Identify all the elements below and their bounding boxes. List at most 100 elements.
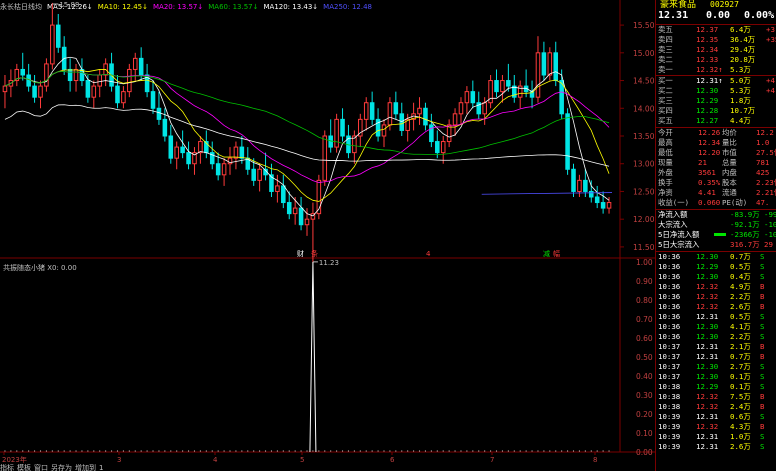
tick-row: 10:38 12.32 7.5万 B	[658, 392, 765, 401]
low-label: 11.23	[319, 259, 339, 267]
sub-y-tick-label: 1.00	[636, 258, 653, 267]
sub-baseline-dot	[39, 450, 42, 452]
sub-baseline-dot	[472, 450, 474, 452]
x-tick-label: 5	[300, 456, 304, 464]
order-book-row: 卖四12.3536.4万+35	[658, 35, 776, 44]
sub-baseline-dot	[572, 450, 575, 452]
candle-body	[221, 163, 227, 176]
sub-baseline-dot	[128, 450, 130, 452]
sub-baseline-dot	[383, 450, 385, 452]
bottom-tab-2[interactable]: 窗口	[34, 463, 48, 471]
candle-body	[32, 85, 37, 98]
candle-body	[85, 80, 91, 98]
sub-baseline-dot	[324, 450, 326, 452]
candle-body	[381, 124, 387, 137]
kline-chart[interactable]: 15.50 15.00 14.50 14.00 13.50 13.00 12.50 12.00…	[0, 0, 655, 471]
candle-body	[328, 135, 333, 148]
sub-baseline-dot	[193, 450, 196, 452]
sub-baseline-dot	[211, 450, 213, 452]
candle-body	[423, 107, 428, 126]
sub-baseline-dot	[442, 450, 444, 452]
candle-body	[121, 91, 126, 104]
tick-row: 10:39 12.31 0.6万 S	[658, 412, 765, 421]
sub-baseline-dot	[436, 450, 438, 452]
sub-y-tick-label: 0.90	[636, 277, 653, 286]
sub-baseline-dot	[134, 450, 136, 452]
sub-baseline-dot	[602, 450, 604, 452]
last-price: 12.31	[658, 10, 689, 21]
candle-body	[452, 113, 458, 126]
sub-baseline-dot	[253, 450, 255, 452]
tick-row: 10:36 12.29 0.5万 S	[658, 262, 765, 271]
order-book-row: 买五 12.27 4.4万	[658, 116, 751, 125]
tick-row: 10:38 12.29 0.1万 S	[658, 382, 765, 391]
candle-body	[281, 185, 286, 204]
x-tick-label: 2023年	[2, 455, 27, 464]
candle-body	[115, 85, 120, 104]
sub-baseline-dot	[353, 450, 355, 452]
ma5-line	[4, 56, 610, 217]
sub-baseline-dot	[264, 450, 267, 452]
stats-row: 换手0.35%股本2.23亿	[658, 178, 776, 187]
x-tick-label: 3	[117, 456, 121, 464]
sub-baseline-dot	[300, 450, 302, 452]
candle-body	[600, 202, 606, 209]
sub-baseline-dot	[205, 450, 207, 452]
candle-body	[506, 80, 511, 87]
bottom-tab-3[interactable]: 另存为	[51, 463, 72, 471]
sub-baseline-dot	[413, 450, 415, 452]
sub-baseline-dot	[395, 450, 397, 452]
candle-body	[464, 91, 470, 104]
sub-baseline-dot	[294, 450, 296, 452]
ma60-line	[4, 71, 610, 155]
y-tick-label: 14.50	[633, 77, 655, 86]
sub-baseline-dot	[537, 450, 539, 452]
sub-baseline-dot	[306, 450, 308, 452]
flow-row: 5日大宗流入 316.7万 29	[658, 240, 773, 249]
sub-baseline-dot	[10, 450, 12, 452]
x-tick-label: 4	[213, 456, 218, 464]
sub-baseline-dot	[146, 450, 148, 452]
bottom-tab-5[interactable]: 1	[99, 464, 103, 471]
sub-baseline-dot	[282, 450, 284, 452]
candle-body	[20, 68, 26, 76]
sub-baseline-dot	[229, 450, 231, 452]
flow-row: 大宗流入 -92.1万 -10	[658, 220, 776, 229]
sub-baseline-dot	[578, 450, 581, 452]
sub-baseline-dot	[525, 450, 527, 452]
candle-body	[97, 74, 102, 87]
candle-body	[369, 102, 375, 120]
candle-body	[67, 68, 73, 82]
candle-body	[541, 52, 547, 76]
x-tick-label: 8	[593, 456, 597, 464]
y-tick-label: 11.50	[633, 243, 655, 252]
candle-body	[494, 80, 499, 93]
candle-body	[606, 202, 612, 209]
candle-body	[458, 102, 464, 115]
candle-body	[363, 102, 369, 120]
sub-baseline-dot	[507, 450, 509, 452]
candle-body	[547, 52, 553, 76]
sub-baseline-dot	[466, 450, 468, 452]
stats-row: 收益(一) 0.060 PE(动) 47.	[658, 198, 770, 207]
candle-body	[73, 68, 79, 82]
candle-body	[174, 146, 179, 159]
candle-body	[2, 85, 8, 93]
candle-body	[435, 141, 440, 154]
bottom-tab-4[interactable]: 增加到	[75, 463, 96, 471]
sub-baseline-dot	[347, 450, 350, 452]
price-change: 0.00	[706, 10, 731, 21]
sub-baseline-dot	[241, 450, 243, 452]
sub-baseline-dot	[531, 450, 533, 452]
quote-panel: 豪来食品 002927 12.31 0.00 0.00% 卖五 12.37 6.4万 +3 卖四 1…	[655, 0, 776, 471]
sub-baseline-dot	[484, 450, 486, 452]
sub-baseline-dot	[341, 450, 344, 452]
bottom-tab-1[interactable]: 模板	[17, 463, 31, 471]
order-book-row: 买一 12.31↑ 5.0万 +4	[658, 76, 775, 85]
tick-row: 10:36 12.32 2.2万 B	[658, 292, 765, 301]
candle-body	[470, 91, 476, 104]
sub-baseline-dot	[63, 450, 65, 452]
stats-row: 现量 21 总量 781	[658, 158, 770, 167]
tick-row: 10:36 12.32 2.6万 B	[658, 302, 765, 311]
bottom-tab-0[interactable]: 指标	[0, 463, 14, 471]
